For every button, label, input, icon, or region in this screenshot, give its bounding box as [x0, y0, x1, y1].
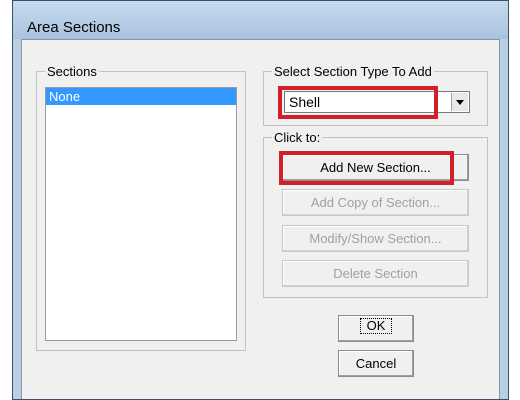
actions-group-label: Click to: [274, 130, 321, 145]
title-bar[interactable]: Area Sections [13, 1, 508, 39]
window-title: Area Sections [27, 19, 121, 36]
section-type-value: Shell [289, 94, 321, 110]
list-item[interactable]: None [46, 88, 236, 105]
add-copy-section-button[interactable]: Add Copy of Section... [282, 189, 469, 216]
ok-button-label: OK [359, 318, 393, 334]
modify-show-section-button[interactable]: Modify/Show Section... [282, 225, 469, 252]
delete-section-button[interactable]: Delete Section [282, 260, 469, 287]
sections-listbox[interactable]: None [45, 87, 237, 341]
ok-button[interactable]: OK [338, 315, 414, 342]
cancel-button[interactable]: Cancel [338, 350, 414, 377]
sections-group-label: Sections [47, 64, 97, 79]
chevron-down-icon[interactable] [451, 93, 468, 111]
section-type-group-label: Select Section Type To Add [274, 64, 432, 79]
section-type-dropdown[interactable]: Shell [284, 91, 470, 113]
add-new-section-button[interactable]: Add New Section... [282, 154, 469, 181]
